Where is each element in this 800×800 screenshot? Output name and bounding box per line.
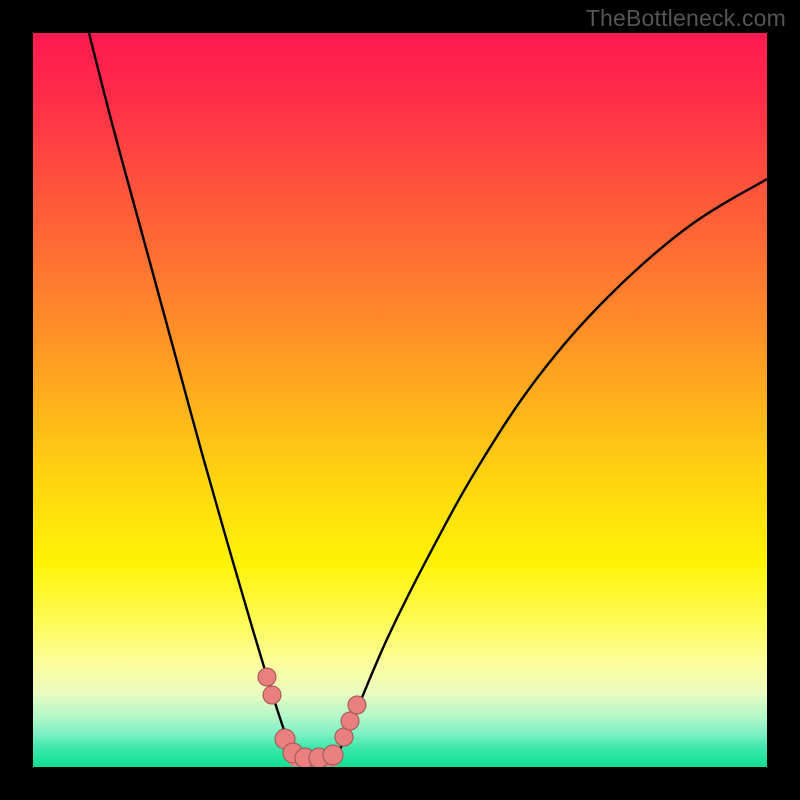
bottleneck-curve — [33, 33, 767, 767]
data-marker — [323, 745, 343, 765]
outer-frame: TheBottleneck.com — [0, 0, 800, 800]
data-marker — [263, 686, 281, 704]
data-markers — [258, 668, 366, 767]
data-marker — [341, 712, 359, 730]
curve-right-branch — [333, 179, 767, 759]
data-marker — [335, 728, 353, 746]
data-marker — [348, 696, 366, 714]
plot-area — [33, 33, 767, 767]
watermark-text: TheBottleneck.com — [586, 5, 786, 32]
curve-left-branch — [89, 33, 295, 759]
data-marker — [258, 668, 276, 686]
